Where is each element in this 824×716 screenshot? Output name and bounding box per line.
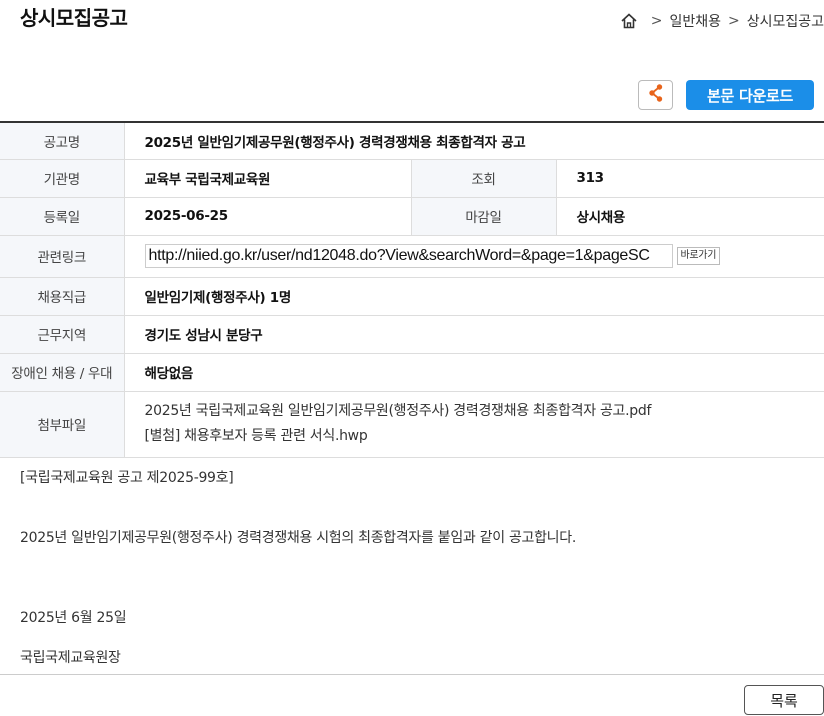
views-value: 313 xyxy=(556,159,824,198)
table-row: 장애인 채용 / 우대 해당없음 xyxy=(0,353,824,392)
table-row: 등록일 2025-06-25 마감일 상시채용 xyxy=(0,197,824,236)
share-button[interactable] xyxy=(638,80,673,110)
position-label: 채용직급 xyxy=(0,277,125,316)
org-value: 교육부 국립국제교육원 xyxy=(124,159,411,198)
share-icon xyxy=(647,83,665,107)
download-button[interactable]: 본문 다운로드 xyxy=(686,80,814,110)
disabled-value: 해당없음 xyxy=(124,353,824,392)
breadcrumb-separator: > xyxy=(650,13,663,29)
deadline-value: 상시채용 xyxy=(556,197,824,236)
table-row: 근무지역 경기도 성남시 분당구 xyxy=(0,315,824,354)
goto-link-button[interactable]: 바로가기 xyxy=(676,247,721,265)
breadcrumb: > 일반채용 > 상시모집공고 xyxy=(620,11,824,31)
position-value: 일반임기제(행정주사) 1명 xyxy=(124,277,824,316)
attachment-link[interactable]: [별첨] 채용후보자 등록 관련 서식.hwp xyxy=(145,424,805,449)
table-row: 관련링크 http://niied.go.kr/user/nd12048.do?… xyxy=(0,235,824,278)
link-cell: http://niied.go.kr/user/nd12048.do?View&… xyxy=(124,235,824,278)
attachment-link[interactable]: 2025년 국립국제교육원 일반임기제공무원(행정주사) 경력경쟁채용 최종합격… xyxy=(145,399,805,424)
views-label: 조회 xyxy=(410,159,557,198)
title-label: 공고명 xyxy=(0,122,125,160)
table-row: 첨부파일 2025년 국립국제교육원 일반임기제공무원(행정주사) 경력경쟁채용… xyxy=(0,391,824,458)
location-value: 경기도 성남시 분당구 xyxy=(124,315,824,354)
attach-cell: 2025년 국립국제교육원 일반임기제공무원(행정주사) 경력경쟁채용 최종합격… xyxy=(124,391,824,458)
notice-content: 2025년 일반임기제공무원(행정주사) 경력경쟁채용 시험의 최종합격자를 붙… xyxy=(20,530,576,546)
divider xyxy=(0,674,824,675)
breadcrumb-item-current[interactable]: 상시모집공고 xyxy=(747,11,824,31)
page-title: 상시모집공고 xyxy=(20,6,128,30)
table-row: 채용직급 일반임기제(행정주사) 1명 xyxy=(0,277,824,316)
org-label: 기관명 xyxy=(0,159,125,198)
info-table: 공고명 2025년 일반임기제공무원(행정주사) 경력경쟁채용 최종합격자 공고… xyxy=(0,121,824,458)
breadcrumb-item-general[interactable]: 일반채용 xyxy=(669,11,721,31)
table-row: 공고명 2025년 일반임기제공무원(행정주사) 경력경쟁채용 최종합격자 공고 xyxy=(0,122,824,160)
location-label: 근무지역 xyxy=(0,315,125,354)
notice-number: [국립국제교육원 공고 제2025-99호] xyxy=(20,470,234,486)
notice-signer: 국립국제교육원장 xyxy=(20,650,121,666)
attach-label: 첨부파일 xyxy=(0,391,125,458)
breadcrumb-separator: > xyxy=(727,13,740,29)
deadline-label: 마감일 xyxy=(410,197,557,236)
title-value: 2025년 일반임기제공무원(행정주사) 경력경쟁채용 최종합격자 공고 xyxy=(124,122,824,160)
link-label: 관련링크 xyxy=(0,235,125,278)
home-icon[interactable] xyxy=(620,12,638,30)
reg-date-value: 2025-06-25 xyxy=(124,197,411,236)
related-link-field[interactable]: http://niied.go.kr/user/nd12048.do?View&… xyxy=(144,244,673,268)
disabled-label: 장애인 채용 / 우대 xyxy=(0,353,125,392)
reg-date-label: 등록일 xyxy=(0,197,125,236)
table-row: 기관명 교육부 국립국제교육원 조회 313 xyxy=(0,159,824,198)
notice-date: 2025년 6월 25일 xyxy=(20,610,127,626)
list-button[interactable]: 목록 xyxy=(744,685,824,715)
